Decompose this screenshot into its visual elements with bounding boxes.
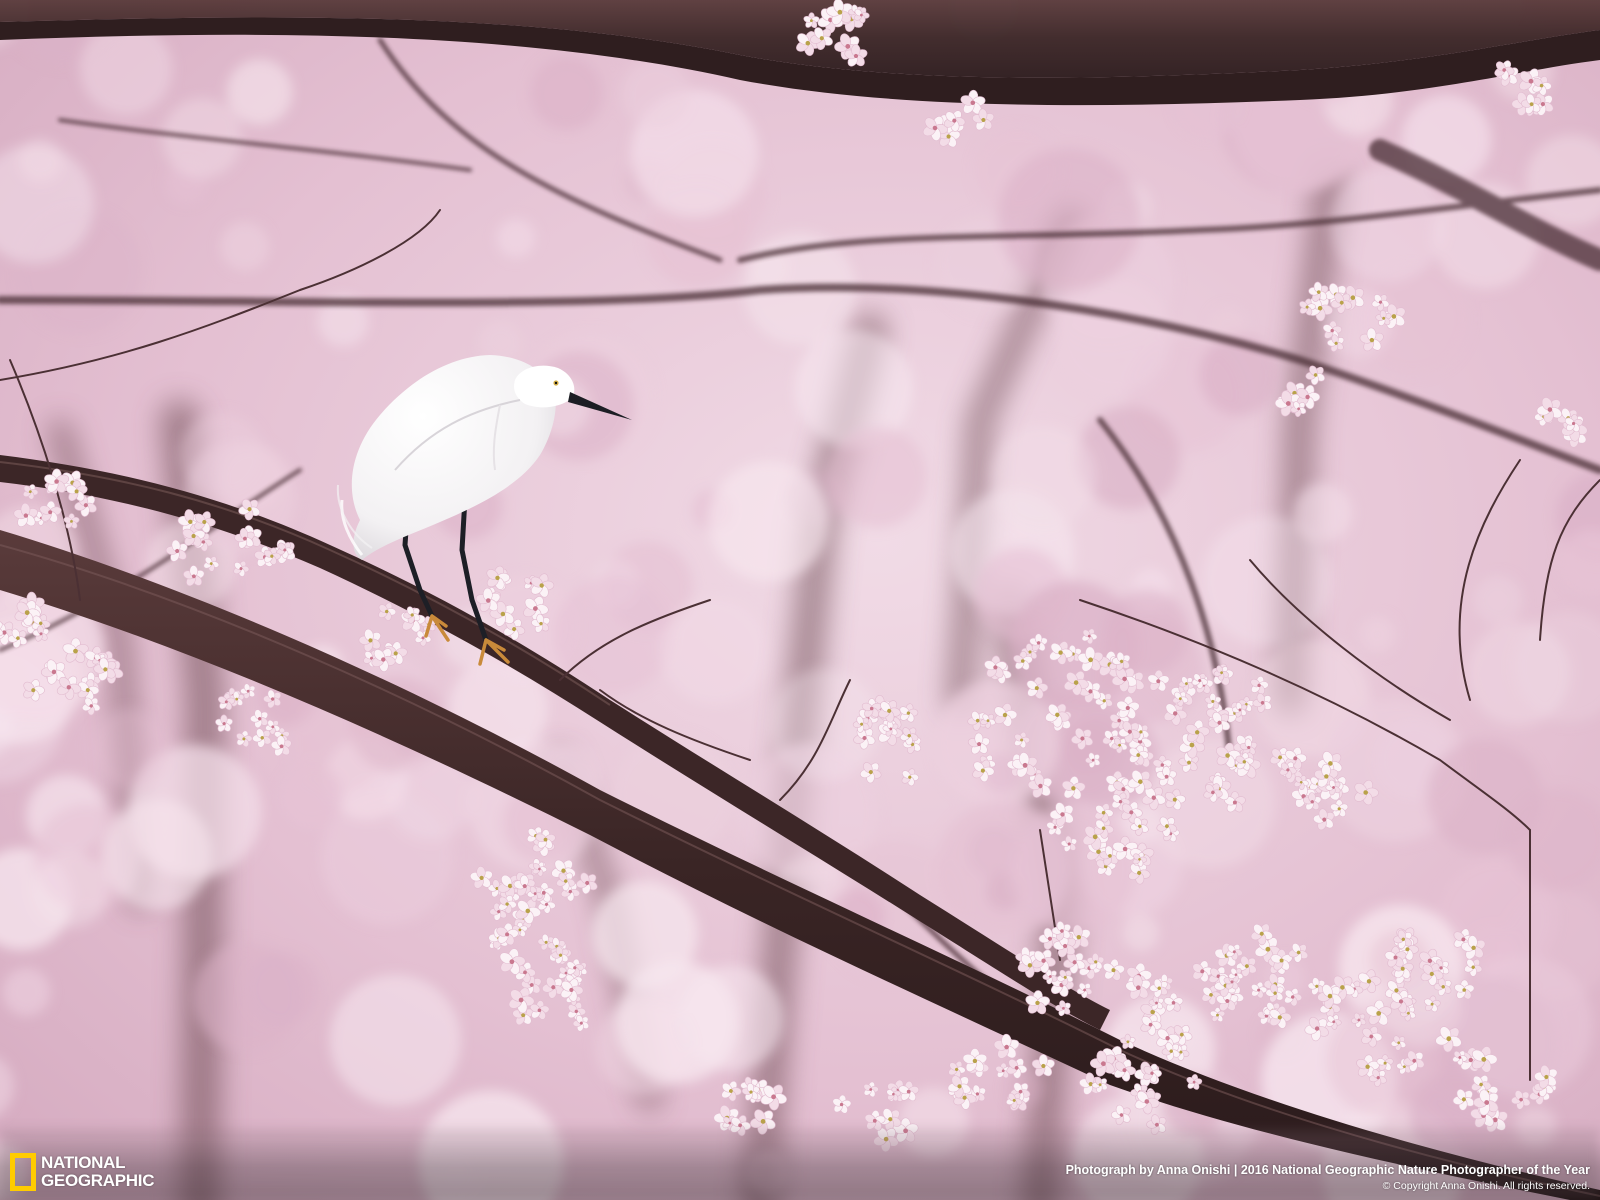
logo-line-2: GEOGRAPHIC [41,1171,155,1190]
photographer-credit: Photograph by Anna Onishi | 2016 Nationa… [1065,1163,1590,1177]
cherry-blossom-egret-photo [0,0,1600,1200]
photo-credit: Photograph by Anna Onishi | 2016 Nationa… [1066,1162,1590,1194]
yellow-frame-icon [10,1153,36,1191]
logo-wordmark: NATIONAL GEOGRAPHIC [41,1154,154,1190]
copyright-notice: © Copyright Anna Onishi. All rights rese… [1382,1180,1590,1192]
logo-line-1: NATIONAL [41,1153,126,1172]
national-geographic-logo: NATIONAL GEOGRAPHIC [10,1152,154,1192]
photo-frame: NATIONAL GEOGRAPHIC Photograph by Anna O… [0,0,1600,1200]
